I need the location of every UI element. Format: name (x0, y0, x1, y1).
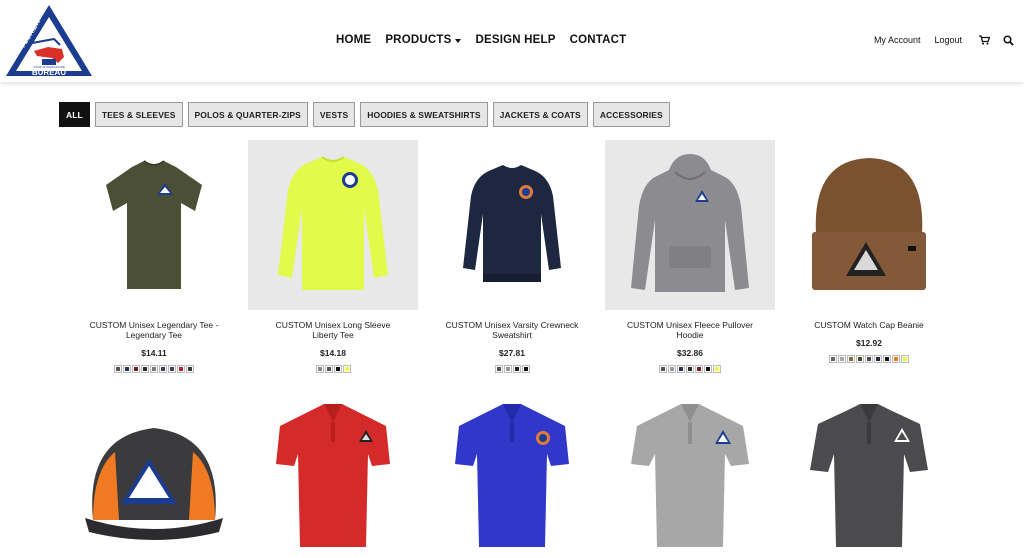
product-card[interactable]: CUSTOM Watch Cap Beanie $12.92 (784, 140, 954, 363)
my-account-link[interactable]: My Account (874, 35, 921, 45)
product-card[interactable] (605, 388, 775, 558)
chevron-down-icon (455, 38, 462, 43)
nav-products[interactable]: PRODUCTS (385, 34, 462, 46)
color-swatch[interactable] (521, 365, 530, 373)
color-swatch[interactable] (123, 365, 131, 373)
svg-text:VOICE OF AGRICULTURE: VOICE OF AGRICULTURE (33, 65, 65, 69)
search-icon[interactable] (1000, 33, 1016, 47)
color-swatch[interactable] (901, 355, 909, 363)
color-swatches (784, 355, 954, 363)
color-swatch[interactable] (686, 365, 694, 373)
site-header: FLORIDA FARM BUREAU VOICE OF AGRICULTURE… (0, 0, 1024, 82)
color-swatch[interactable] (883, 355, 891, 363)
product-name[interactable]: CUSTOM Unisex Fleece Pullover Hoodie (605, 320, 775, 340)
product-image-trucker-cap[interactable] (69, 388, 239, 558)
nav-design-help[interactable]: DESIGN HELP (475, 34, 555, 46)
product-name[interactable]: CUSTOM Unisex Legendary Tee - Legendary … (69, 320, 239, 340)
color-swatch[interactable] (494, 365, 503, 373)
main-nav: HOME PRODUCTS DESIGN HELP CONTACT (336, 34, 626, 46)
color-swatch[interactable] (668, 365, 676, 373)
florida-farm-bureau-logo[interactable]: FLORIDA FARM BUREAU VOICE OF AGRICULTURE (4, 3, 94, 79)
color-swatches (69, 365, 239, 373)
svg-text:BUREAU: BUREAU (32, 68, 66, 77)
product-image-crewneck[interactable] (427, 140, 597, 310)
color-swatches (427, 365, 597, 373)
filter-hoodies-sweatshirts[interactable]: HOODIES & SWEATSHIRTS (360, 102, 488, 127)
color-swatch[interactable] (186, 365, 194, 373)
color-swatch[interactable] (342, 365, 351, 373)
color-swatch[interactable] (659, 365, 667, 373)
product-image-hoodie[interactable] (605, 140, 775, 310)
product-card[interactable] (248, 388, 418, 558)
color-swatches (605, 365, 775, 373)
color-swatch[interactable] (512, 365, 521, 373)
filter-polos-quarter-zips[interactable]: POLOS & QUARTER-ZIPS (187, 102, 308, 127)
color-swatch[interactable] (892, 355, 900, 363)
color-swatch[interactable] (856, 355, 864, 363)
filter-accessories[interactable]: ACCESSORIES (592, 102, 670, 127)
product-card[interactable]: CUSTOM Unisex Legendary Tee - Legendary … (69, 140, 239, 373)
category-filters: ALL TEES & SLEEVES POLOS & QUARTER-ZIPS … (59, 102, 670, 127)
filter-jackets-coats[interactable]: JACKETS & COATS (492, 102, 588, 127)
product-image-gray-polo[interactable] (605, 388, 775, 558)
product-card[interactable] (69, 388, 239, 558)
color-swatches (248, 365, 418, 373)
product-price: $12.92 (856, 338, 882, 348)
logout-link[interactable]: Logout (934, 35, 962, 45)
filter-all[interactable]: ALL (59, 102, 90, 127)
product-image-long-sleeve[interactable] (248, 140, 418, 310)
color-swatch[interactable] (503, 365, 512, 373)
color-swatch[interactable] (865, 355, 873, 363)
product-price: $27.81 (499, 348, 525, 358)
color-swatch[interactable] (132, 365, 140, 373)
product-image-charcoal-polo[interactable] (784, 388, 954, 558)
product-card[interactable]: CUSTOM Unisex Long Sleeve Liberty Tee $1… (248, 140, 418, 373)
color-swatch[interactable] (159, 365, 167, 373)
product-name[interactable]: CUSTOM Watch Cap Beanie (784, 320, 954, 330)
product-name[interactable]: CUSTOM Unisex Long Sleeve Liberty Tee (248, 320, 418, 340)
product-image-beanie[interactable] (784, 140, 954, 310)
color-swatch[interactable] (177, 365, 185, 373)
product-image-blue-polo[interactable] (427, 388, 597, 558)
color-swatch[interactable] (874, 355, 882, 363)
product-card[interactable] (784, 388, 954, 558)
color-swatch[interactable] (829, 355, 837, 363)
color-swatch[interactable] (838, 355, 846, 363)
cart-icon[interactable] (976, 33, 992, 47)
product-price: $14.11 (141, 348, 167, 358)
color-swatch[interactable] (333, 365, 342, 373)
product-card[interactable]: CUSTOM Unisex Varsity Crewneck Sweatshir… (427, 140, 597, 373)
product-image-tee[interactable] (69, 140, 239, 310)
product-name[interactable]: CUSTOM Unisex Varsity Crewneck Sweatshir… (427, 320, 597, 340)
color-swatch[interactable] (150, 365, 158, 373)
color-swatch[interactable] (141, 365, 149, 373)
color-swatch[interactable] (704, 365, 712, 373)
nav-contact[interactable]: CONTACT (570, 34, 627, 46)
color-swatch[interactable] (114, 365, 122, 373)
product-image-red-polo[interactable] (248, 388, 418, 558)
color-swatch[interactable] (315, 365, 324, 373)
color-swatch[interactable] (847, 355, 855, 363)
utility-nav: My Account Logout (874, 33, 1024, 47)
color-swatch[interactable] (168, 365, 176, 373)
color-swatch[interactable] (324, 365, 333, 373)
color-swatch[interactable] (695, 365, 703, 373)
filter-tees-sleeves[interactable]: TEES & SLEEVES (94, 102, 183, 127)
color-swatch[interactable] (677, 365, 685, 373)
product-card[interactable]: CUSTOM Unisex Fleece Pullover Hoodie $32… (605, 140, 775, 373)
color-swatch[interactable] (713, 365, 721, 373)
product-card[interactable] (427, 388, 597, 558)
nav-home[interactable]: HOME (336, 34, 371, 46)
product-price: $14.18 (320, 348, 346, 358)
filter-vests[interactable]: VESTS (312, 102, 356, 127)
product-price: $32.86 (677, 348, 703, 358)
